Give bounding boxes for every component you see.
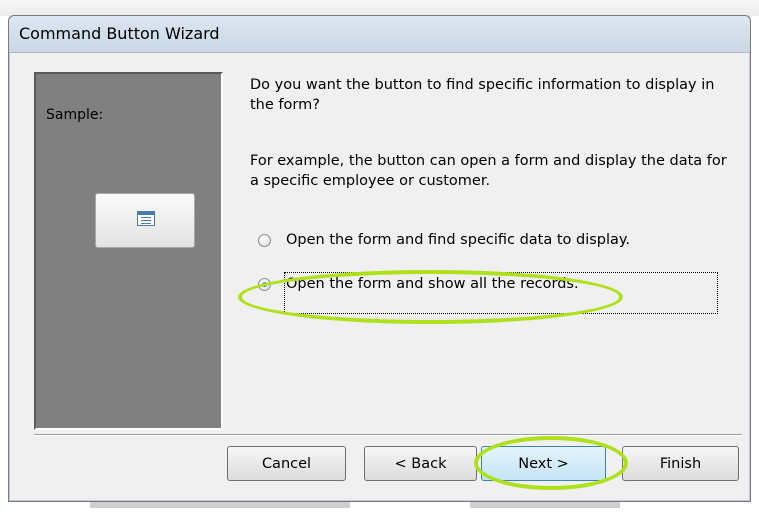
separator: [34, 434, 742, 436]
window-title: Command Button Wizard: [19, 24, 220, 43]
background-window-edge: [0, 0, 759, 16]
cancel-button[interactable]: Cancel: [227, 446, 346, 481]
sample-panel: Sample:: [34, 72, 223, 430]
radio-label: Open the form and find specific data to …: [286, 232, 631, 248]
form-icon: [137, 211, 155, 226]
sample-button-preview: [95, 193, 195, 248]
command-button-wizard-dialog: Command Button Wizard Sample: Do you wan…: [8, 15, 751, 502]
next-button[interactable]: Next >: [481, 446, 606, 481]
example-text: For example, the button can open a form …: [250, 153, 727, 189]
back-button[interactable]: < Back: [364, 446, 477, 481]
radio-label: Open the form and show all the records.: [286, 276, 579, 292]
question-text: Do you want the button to find specific …: [250, 77, 715, 113]
title-bar[interactable]: Command Button Wizard: [9, 16, 750, 53]
finish-button[interactable]: Finish: [622, 446, 739, 481]
radio-button[interactable]: [258, 234, 271, 247]
radio-button-selected[interactable]: [258, 278, 271, 291]
sample-label: Sample:: [46, 107, 104, 123]
